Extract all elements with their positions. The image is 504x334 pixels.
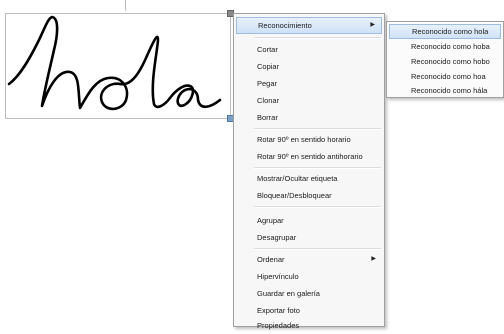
menu-item-reconocimiento[interactable]: Reconocimiento ▶ xyxy=(236,17,382,34)
handwriting-stroke xyxy=(7,15,222,111)
submenu-item-hala[interactable]: Reconocido como hála xyxy=(389,83,501,98)
menu-item-label: Bloquear/Desbloquear xyxy=(257,191,332,200)
submenu-item-label: Reconocido como hoa xyxy=(411,72,486,81)
menu-separator xyxy=(254,167,381,169)
submenu-item-label: Reconocido como hobo xyxy=(411,57,490,66)
menu-item-label: Exportar foto xyxy=(257,306,300,315)
submenu-item-hoa[interactable]: Reconocido como hoa xyxy=(389,69,501,84)
submenu-item-hola[interactable]: Reconocido como hola xyxy=(389,24,501,39)
menu-separator xyxy=(254,37,381,39)
menu-item-label: Desagrupar xyxy=(257,233,297,242)
menu-item-label: Mostrar/Ocultar etiqueta xyxy=(257,174,338,183)
menu-item-hipervinculo[interactable]: Hipervínculo xyxy=(236,268,382,285)
menu-item-copiar[interactable]: Copiar xyxy=(236,58,382,75)
menu-item-ordenar[interactable]: Ordenar ▶ xyxy=(236,251,382,268)
menu-item-lock-unlock[interactable]: Bloquear/Desbloquear xyxy=(236,187,382,204)
submenu-item-label: Reconocido como hoba xyxy=(411,42,490,51)
handwriting-object[interactable] xyxy=(5,13,231,119)
menu-item-desagrupar[interactable]: Desagrupar xyxy=(236,229,382,246)
menu-item-label: Reconocimiento xyxy=(258,21,312,30)
canvas-area: Reconocimiento ▶ Cortar Copiar Pegar Clo… xyxy=(0,0,504,330)
menu-separator xyxy=(254,248,381,250)
menu-item-label: Rotar 90º en sentido antihorario xyxy=(257,152,363,161)
menu-item-rotate-counterclockwise[interactable]: Rotar 90º en sentido antihorario xyxy=(236,148,382,165)
menu-separator xyxy=(254,206,381,208)
menu-separator xyxy=(254,128,381,130)
submenu-item-label: Reconocido como hála xyxy=(411,86,488,95)
menu-item-rotate-clockwise[interactable]: Rotar 90º en sentido horario xyxy=(236,131,382,148)
recognition-submenu: Reconocido como hola Reconocido como hob… xyxy=(386,21,504,98)
context-menu: Reconocimiento ▶ Cortar Copiar Pegar Clo… xyxy=(233,13,385,330)
menu-item-label: Rotar 90º en sentido horario xyxy=(257,135,351,144)
menu-item-label: Borrar xyxy=(257,113,278,122)
menu-item-pegar[interactable]: Pegar xyxy=(236,75,382,92)
menu-item-label: Guardar en galería xyxy=(257,289,320,298)
submenu-arrow-icon: ▶ xyxy=(371,256,376,262)
divider xyxy=(125,0,126,11)
menu-item-label: Hipervínculo xyxy=(257,272,299,281)
submenu-arrow-icon: ▶ xyxy=(370,22,375,28)
menu-item-guardar-galeria[interactable]: Guardar en galería xyxy=(236,285,382,302)
menu-item-propiedades[interactable]: Propiedades xyxy=(236,317,382,334)
menu-item-agrupar[interactable]: Agrupar xyxy=(236,212,382,229)
submenu-item-hobo[interactable]: Reconocido como hobo xyxy=(389,54,501,69)
menu-item-label: Agrupar xyxy=(257,216,284,225)
menu-item-label: Propiedades xyxy=(257,321,300,330)
menu-item-label: Ordenar xyxy=(257,255,285,264)
menu-item-label: Pegar xyxy=(257,79,278,88)
menu-item-label: Clonar xyxy=(257,96,280,105)
menu-item-label: Cortar xyxy=(257,45,278,54)
submenu-item-hoba[interactable]: Reconocido como hoba xyxy=(389,39,501,54)
menu-item-cortar[interactable]: Cortar xyxy=(236,41,382,58)
menu-item-borrar[interactable]: Borrar xyxy=(236,109,382,126)
menu-item-toggle-label[interactable]: Mostrar/Ocultar etiqueta xyxy=(236,170,382,187)
menu-item-label: Copiar xyxy=(257,62,280,71)
menu-item-clonar[interactable]: Clonar xyxy=(236,92,382,109)
submenu-item-label: Reconocido como hola xyxy=(412,27,489,36)
